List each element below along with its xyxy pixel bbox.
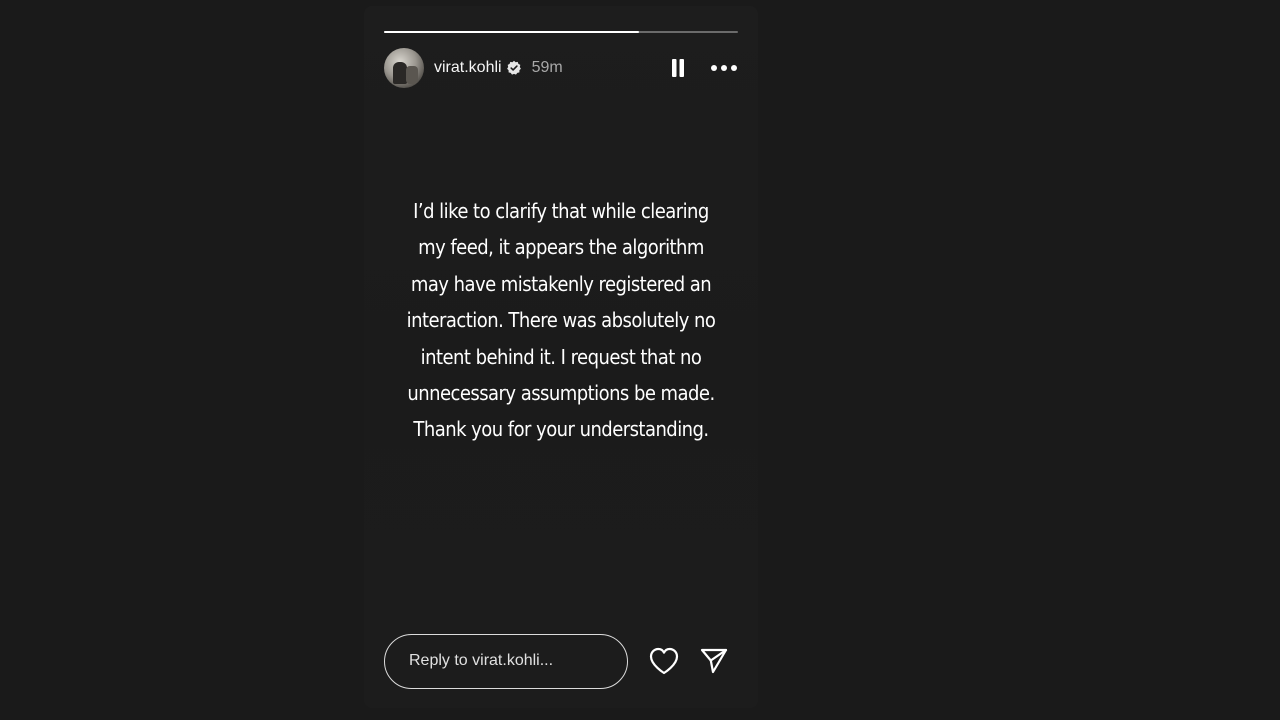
share-button[interactable]: [698, 645, 730, 677]
story-viewer: virat.kohli 59m I’d like to clarify that…: [0, 0, 1280, 720]
story-header: virat.kohli 59m: [384, 48, 738, 88]
heart-icon: [649, 647, 679, 675]
pause-icon: [672, 59, 684, 77]
story-footer: [384, 633, 738, 689]
more-options-button[interactable]: [710, 56, 738, 80]
username[interactable]: virat.kohli: [434, 59, 502, 77]
story-timestamp: 59m: [531, 59, 563, 76]
verified-badge-icon: [506, 60, 522, 76]
more-horizontal-icon: [711, 65, 737, 71]
send-icon: [700, 648, 728, 674]
story-card[interactable]: virat.kohli 59m I’d like to clarify that…: [364, 6, 758, 708]
header-actions: [666, 56, 738, 80]
avatar-figure: [393, 62, 407, 84]
story-text: I’d like to clarify that while clearing …: [406, 199, 716, 442]
avatar[interactable]: [384, 48, 424, 88]
pause-button[interactable]: [666, 56, 690, 80]
story-progress-bar: [384, 31, 738, 33]
reply-input[interactable]: [384, 633, 628, 689]
story-progress-fill: [384, 31, 639, 33]
like-button[interactable]: [648, 645, 680, 677]
avatar-figure-secondary: [406, 66, 418, 84]
